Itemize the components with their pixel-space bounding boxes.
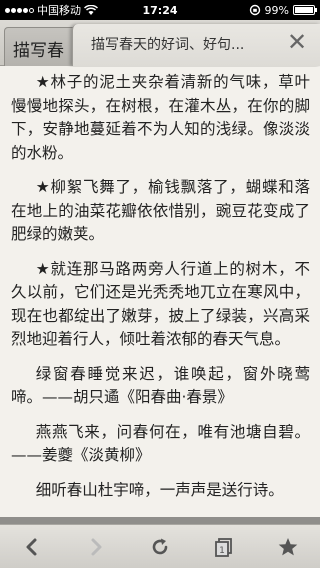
tab-count: 1 xyxy=(219,546,225,556)
close-tab-button[interactable]: ✕ xyxy=(284,29,310,55)
article-paragraph: ★就连那马路两旁人行道上的树木，不久以前，它们还是光秃秃地兀立在寒风中，现在也都… xyxy=(11,259,310,349)
back-button[interactable] xyxy=(12,527,52,567)
battery-percent: 99% xyxy=(264,3,289,17)
refresh-icon xyxy=(152,538,168,554)
bookmark-button[interactable] xyxy=(268,527,308,567)
tab-previous-label: 描写春 xyxy=(13,41,64,61)
wifi-icon xyxy=(84,4,98,15)
star-icon xyxy=(278,537,298,555)
carrier-label: 中国移动 xyxy=(37,4,81,17)
bottom-toolbar: 1 xyxy=(0,524,320,568)
article-paragraph: ★林子的泥土夹杂着清新的气味，草叶慢慢地探头，在树根，在灌木丛，在你的脚下，安静… xyxy=(11,73,310,162)
rotation-lock-icon xyxy=(249,4,260,16)
article-paragraph: ★柳絮飞舞了，榆钱飘落了，蝴蝶和落在地上的油菜花瓣依依惜别，豌豆花变成了肥绿的嫩… xyxy=(11,178,310,243)
signal-strength-icon xyxy=(5,7,34,13)
article-paragraph: 燕燕飞来，问春何在，唯有池塘自碧。——姜夔《淡黄柳》 xyxy=(11,422,310,465)
tab-bar: 描写春 描写春天的好词、好句... ✕ xyxy=(0,20,320,66)
forward-button[interactable] xyxy=(76,527,116,567)
tabs-icon: 1 xyxy=(215,537,232,557)
status-left: 中国移动 xyxy=(5,2,98,18)
close-icon: ✕ xyxy=(286,28,308,56)
tabs-button[interactable]: 1 xyxy=(204,527,244,567)
article-paragraph: 细听春山杜宇啼，一声声是送行诗。 xyxy=(35,480,284,499)
status-bar: 中国移动 17:24 99% xyxy=(0,0,320,20)
refresh-button[interactable] xyxy=(140,527,180,567)
forward-arrow-icon xyxy=(91,538,102,555)
tab-active[interactable]: 描写春天的好词、好句... ✕ xyxy=(72,24,320,66)
page-title: 描写春天的好词、好句... xyxy=(91,37,245,53)
back-arrow-icon xyxy=(26,538,37,555)
battery-icon xyxy=(293,5,317,15)
status-right: 99% xyxy=(249,3,317,17)
article-content: ★林子的泥土夹杂着清新的气味，草叶慢慢地探头，在树根，在灌木丛，在你的脚下，安静… xyxy=(0,67,320,533)
article-paragraph: 绿窗春睡觉来迟，谁唤起，窗外晓莺啼。——胡只遹《阳春曲·春景》 xyxy=(11,364,310,407)
battery-fill xyxy=(295,7,313,13)
